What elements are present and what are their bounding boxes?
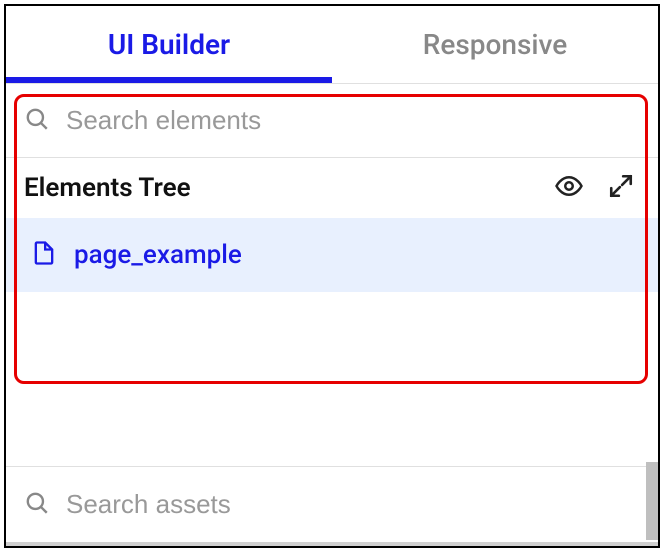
tab-label: UI Builder	[108, 28, 230, 61]
search-icon	[24, 490, 50, 520]
tree-item-label: page_example	[74, 240, 242, 270]
panel: UI Builder Responsive Elements Tree	[4, 4, 660, 548]
search-elements-input[interactable]	[66, 105, 640, 136]
search-elements-row	[6, 84, 658, 158]
tab-responsive[interactable]: Responsive	[332, 6, 658, 83]
search-assets-row	[6, 466, 658, 546]
tab-ui-builder[interactable]: UI Builder	[6, 6, 332, 83]
search-icon	[24, 106, 50, 136]
tree-item[interactable]: page_example	[6, 218, 658, 292]
tab-label: Responsive	[423, 28, 568, 61]
expand-icon	[608, 173, 634, 203]
search-assets-input[interactable]	[66, 489, 640, 520]
page-icon	[30, 239, 58, 271]
elements-tree-title: Elements Tree	[24, 173, 530, 203]
visibility-toggle[interactable]	[554, 171, 584, 205]
tabs: UI Builder Responsive	[6, 6, 658, 84]
eye-icon	[554, 171, 584, 205]
scrollbar-thumb[interactable]	[646, 462, 658, 540]
elements-tree-header: Elements Tree	[6, 158, 658, 218]
expand-toggle[interactable]	[608, 173, 634, 203]
